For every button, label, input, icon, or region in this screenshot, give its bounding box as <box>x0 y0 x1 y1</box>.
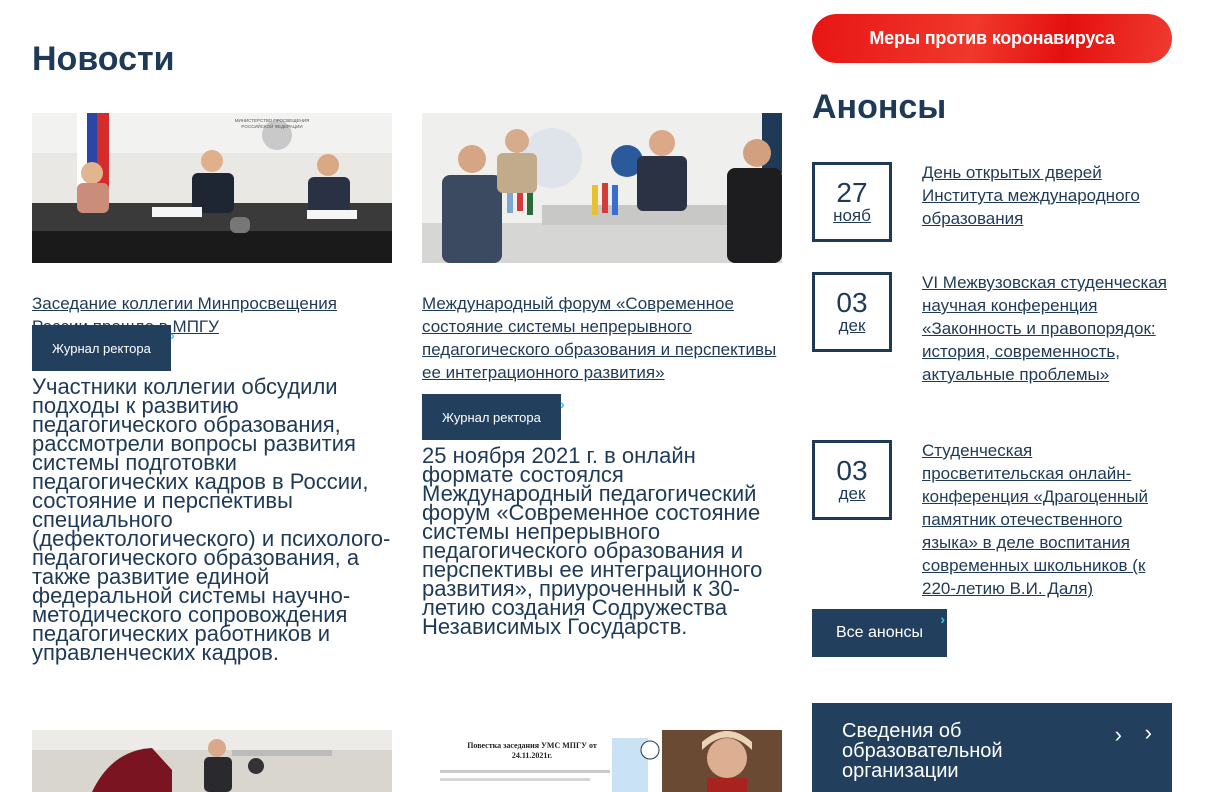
organization-info-panel[interactable]: Сведения об образовательной организации … <box>812 703 1172 792</box>
date-day: 03 <box>836 455 868 486</box>
coronavirus-measures-button[interactable]: Меры против коронавируса <box>812 14 1172 63</box>
date-day: 27 <box>836 177 868 208</box>
tag-rector-journal[interactable]: Журнал ректора › <box>32 325 175 371</box>
announcement-date: 03 дек <box>812 272 892 352</box>
date-month: дек <box>838 316 866 335</box>
announcement-link-open-day[interactable]: День открытых дверей Института междунаро… <box>922 161 1172 230</box>
chevron-right-icon: › <box>1144 720 1152 745</box>
news-excerpt-collegium: Участники коллегии обсудили подходы к ра… <box>32 374 391 665</box>
announcement-date: 27 нояб <box>812 162 892 242</box>
tag-label: Журнал ректора <box>442 409 541 425</box>
news-excerpt-forum: 25 ноября 2021 г. в онлайн формате состо… <box>422 443 763 639</box>
ministry-sign-text: МИНИСТЕРСТВО ПРОСВЕЩЕНИЯ РОССИЙСКОЙ ФЕДЕ… <box>234 118 310 129</box>
news-section-title: Новости <box>32 40 175 78</box>
news-photo-lecture[interactable] <box>32 730 392 792</box>
announcements-section-title: Анонсы <box>812 88 947 126</box>
agenda-document-title: Повестка заседания УМС МПГУ от 24.11.202… <box>467 741 597 760</box>
organization-info-label: Сведения об образовательной организации <box>842 720 1003 782</box>
announcement-date: 03 дек <box>812 440 892 520</box>
chevron-right-icon: › <box>170 327 175 343</box>
agenda-document-line <box>440 778 590 781</box>
date-day: 03 <box>836 287 868 318</box>
agenda-document-line <box>440 770 610 773</box>
announcement-link-law-conference[interactable]: VI Межвузовская студенческая научная кон… <box>922 271 1172 386</box>
chevron-right-icon: › <box>1114 722 1122 747</box>
date-month: дек <box>838 484 866 503</box>
tag-rector-journal[interactable]: Журнал ректора › <box>422 394 565 440</box>
announcement-link-language-conference[interactable]: Студенческая просветительская онлайн-кон… <box>922 439 1172 600</box>
news-photo-ums-meeting[interactable] <box>422 730 782 792</box>
chevron-right-icon: › <box>560 396 565 412</box>
tag-label: Журнал ректора <box>52 340 151 356</box>
chevron-right-icon: › <box>940 611 945 627</box>
all-announcements-label: Все анонсы <box>836 624 923 641</box>
all-announcements-button[interactable]: Все анонсы › <box>812 609 947 657</box>
news-photo-collegium[interactable] <box>32 113 392 263</box>
date-month: нояб <box>833 206 871 225</box>
news-link-forum[interactable]: Международный форум «Современное состоян… <box>422 292 782 384</box>
news-photo-forum[interactable] <box>422 113 782 263</box>
